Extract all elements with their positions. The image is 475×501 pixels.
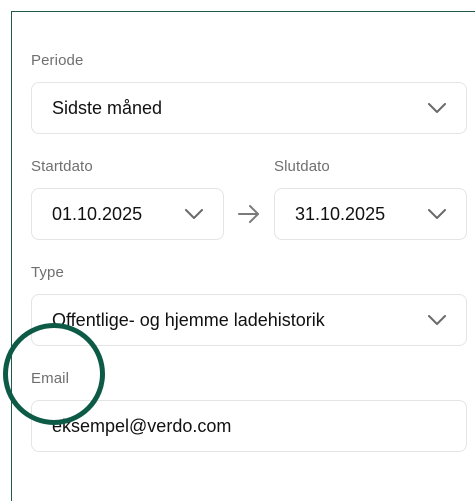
end-date-value: 31.10.2025 (295, 203, 386, 224)
start-date-value: 01.10.2025 (52, 203, 143, 224)
start-date-label: Startdato (31, 158, 93, 175)
chevron-down-icon (428, 103, 446, 113)
end-date-label: Slutdato (274, 158, 330, 175)
chevron-down-icon (185, 209, 203, 219)
start-date-select[interactable]: 01.10.2025 (31, 188, 224, 240)
period-select[interactable]: Sidste måned (31, 82, 467, 134)
period-label: Periode (31, 52, 84, 69)
type-select[interactable]: Offentlige- og hjemme ladehistorik (31, 294, 467, 346)
chevron-down-icon (428, 209, 446, 219)
chevron-down-icon (428, 315, 446, 325)
period-value: Sidste måned (52, 97, 163, 118)
end-date-select[interactable]: 31.10.2025 (274, 188, 467, 240)
arrow-right-icon (238, 205, 259, 223)
type-value: Offentlige- og hjemme ladehistorik (52, 309, 325, 330)
email-value: eksempel@verdo.com (52, 415, 232, 436)
email-label: Email (31, 370, 70, 387)
type-label: Type (31, 264, 64, 281)
email-input[interactable]: eksempel@verdo.com (31, 400, 467, 452)
